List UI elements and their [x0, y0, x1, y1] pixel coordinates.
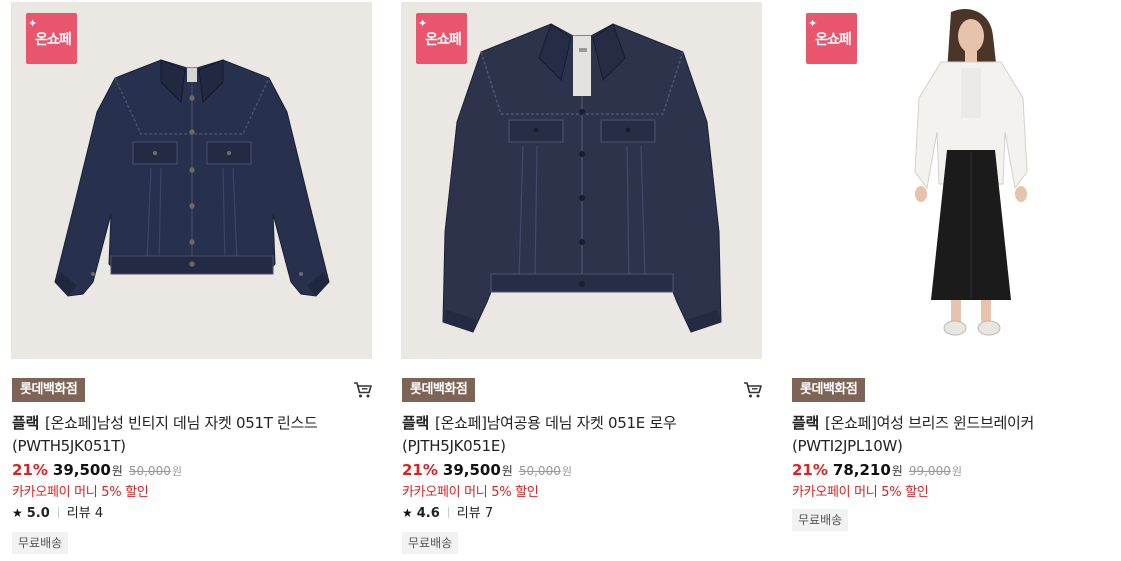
star-icon: ★	[12, 506, 23, 520]
currency-label: 원	[111, 464, 123, 478]
star-icon: ★	[402, 506, 413, 520]
cart-icon[interactable]	[743, 381, 763, 399]
brand-name: 플랙	[12, 414, 40, 432]
price-row: 21% 39,500원 50,000원	[402, 460, 572, 482]
sale-price: 39,500	[52, 461, 111, 479]
discount-rate: 21%	[792, 461, 828, 479]
store-tag: 롯데백화점	[402, 378, 476, 402]
product-name: [온쇼페]남여공용 데님 자켓 051E 로우 (PJTH5JK051E)	[402, 414, 677, 455]
kakaopay-promo: 카카오페이 머니 5% 할인	[402, 485, 539, 500]
product-card[interactable]: ✦ 온쇼페 롯데백화점 플랙 [온쇼페]남성 빈티지 데님 자켓 051T 린스드…	[11, 2, 372, 558]
original-price: 50,000	[128, 464, 171, 478]
cart-icon[interactable]	[353, 381, 373, 399]
sparkle-icon: ✦	[808, 17, 818, 30]
store-tag: 롯데백화점	[792, 378, 866, 402]
price-row: 21% 39,500원 50,000원	[12, 460, 182, 482]
product-name: [온쇼페]여성 브리즈 윈드브레이커 (PWTI2JPL10W)	[792, 414, 1035, 455]
original-currency-label: 원	[171, 465, 182, 478]
divider	[447, 507, 449, 518]
badge-label: 온쇼페	[815, 32, 852, 48]
original-price: 99,000	[908, 464, 951, 478]
kakaopay-promo: 카카오페이 머니 5% 할인	[12, 485, 149, 500]
original-currency-label: 원	[951, 465, 962, 478]
onshope-badge: ✦ 온쇼페	[416, 13, 467, 64]
badge-label: 온쇼페	[425, 32, 462, 48]
discount-rate: 21%	[402, 461, 438, 479]
price-row: 21% 78,210원 99,000원	[792, 460, 962, 482]
sparkle-icon: ✦	[418, 17, 428, 30]
sale-price: 78,210	[832, 461, 891, 479]
rating-score: 4.6	[416, 506, 440, 521]
onshope-badge: ✦ 온쇼페	[806, 13, 857, 64]
onshope-badge: ✦ 온쇼페	[26, 13, 77, 64]
currency-label: 원	[891, 464, 903, 478]
brand-name: 플랙	[402, 414, 430, 432]
product-image[interactable]: ✦ 온쇼페	[401, 2, 762, 359]
original-price: 50,000	[518, 464, 561, 478]
brand-name: 플랙	[792, 414, 820, 432]
review-count[interactable]: 리뷰 4	[67, 506, 103, 521]
rating-row: ★ 4.6 리뷰 7	[402, 502, 493, 522]
product-title[interactable]: 플랙 [온쇼페]여성 브리즈 윈드브레이커 (PWTI2JPL10W)	[792, 412, 1121, 458]
sale-price: 39,500	[442, 461, 501, 479]
product-name: [온쇼페]남성 빈티지 데님 자켓 051T 린스드 (PWTH5JK051T)	[12, 414, 318, 455]
product-image[interactable]: ✦ 온쇼페	[791, 2, 1121, 359]
free-shipping-tag: 무료배송	[402, 532, 459, 554]
review-count[interactable]: 리뷰 7	[457, 506, 493, 521]
rating-score: 5.0	[26, 506, 50, 521]
kakaopay-promo: 카카오페이 머니 5% 할인	[792, 485, 929, 500]
original-currency-label: 원	[561, 465, 572, 478]
badge-label: 온쇼페	[35, 32, 72, 48]
divider	[57, 507, 59, 518]
rating-row: ★ 5.0 리뷰 4	[12, 502, 103, 522]
product-title[interactable]: 플랙 [온쇼페]남성 빈티지 데님 자켓 051T 린스드 (PWTH5JK051…	[12, 412, 352, 458]
product-card[interactable]: ✦ 온쇼페 롯데백화점 플랙 [온쇼페]여성 브리즈 윈드브레이커 (PWTI2J…	[791, 2, 1121, 558]
free-shipping-tag: 무료배송	[12, 532, 69, 554]
store-tag: 롯데백화점	[12, 378, 86, 402]
free-shipping-tag: 무료배송	[792, 509, 849, 531]
sparkle-icon: ✦	[28, 17, 38, 30]
product-title[interactable]: 플랙 [온쇼페]남여공용 데님 자켓 051E 로우 (PJTH5JK051E)	[402, 412, 742, 458]
currency-label: 원	[501, 464, 513, 478]
product-card[interactable]: ✦ 온쇼페 롯데백화점 플랙 [온쇼페]남여공용 데님 자켓 051E 로우 (P…	[401, 2, 762, 558]
discount-rate: 21%	[12, 461, 48, 479]
product-image[interactable]: ✦ 온쇼페	[11, 2, 372, 359]
